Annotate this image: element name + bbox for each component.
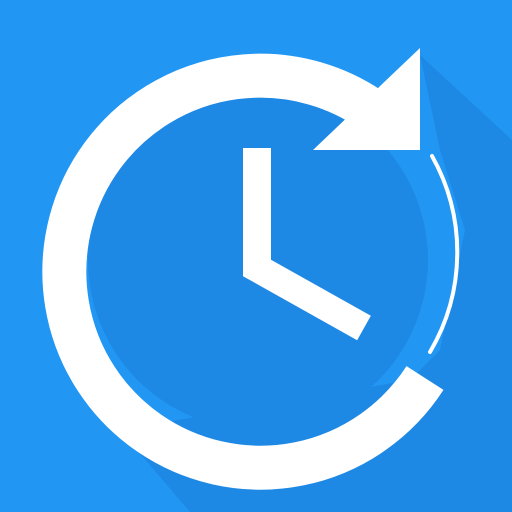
clock-refresh-icon — [0, 0, 512, 512]
app-icon-tile — [0, 0, 512, 512]
